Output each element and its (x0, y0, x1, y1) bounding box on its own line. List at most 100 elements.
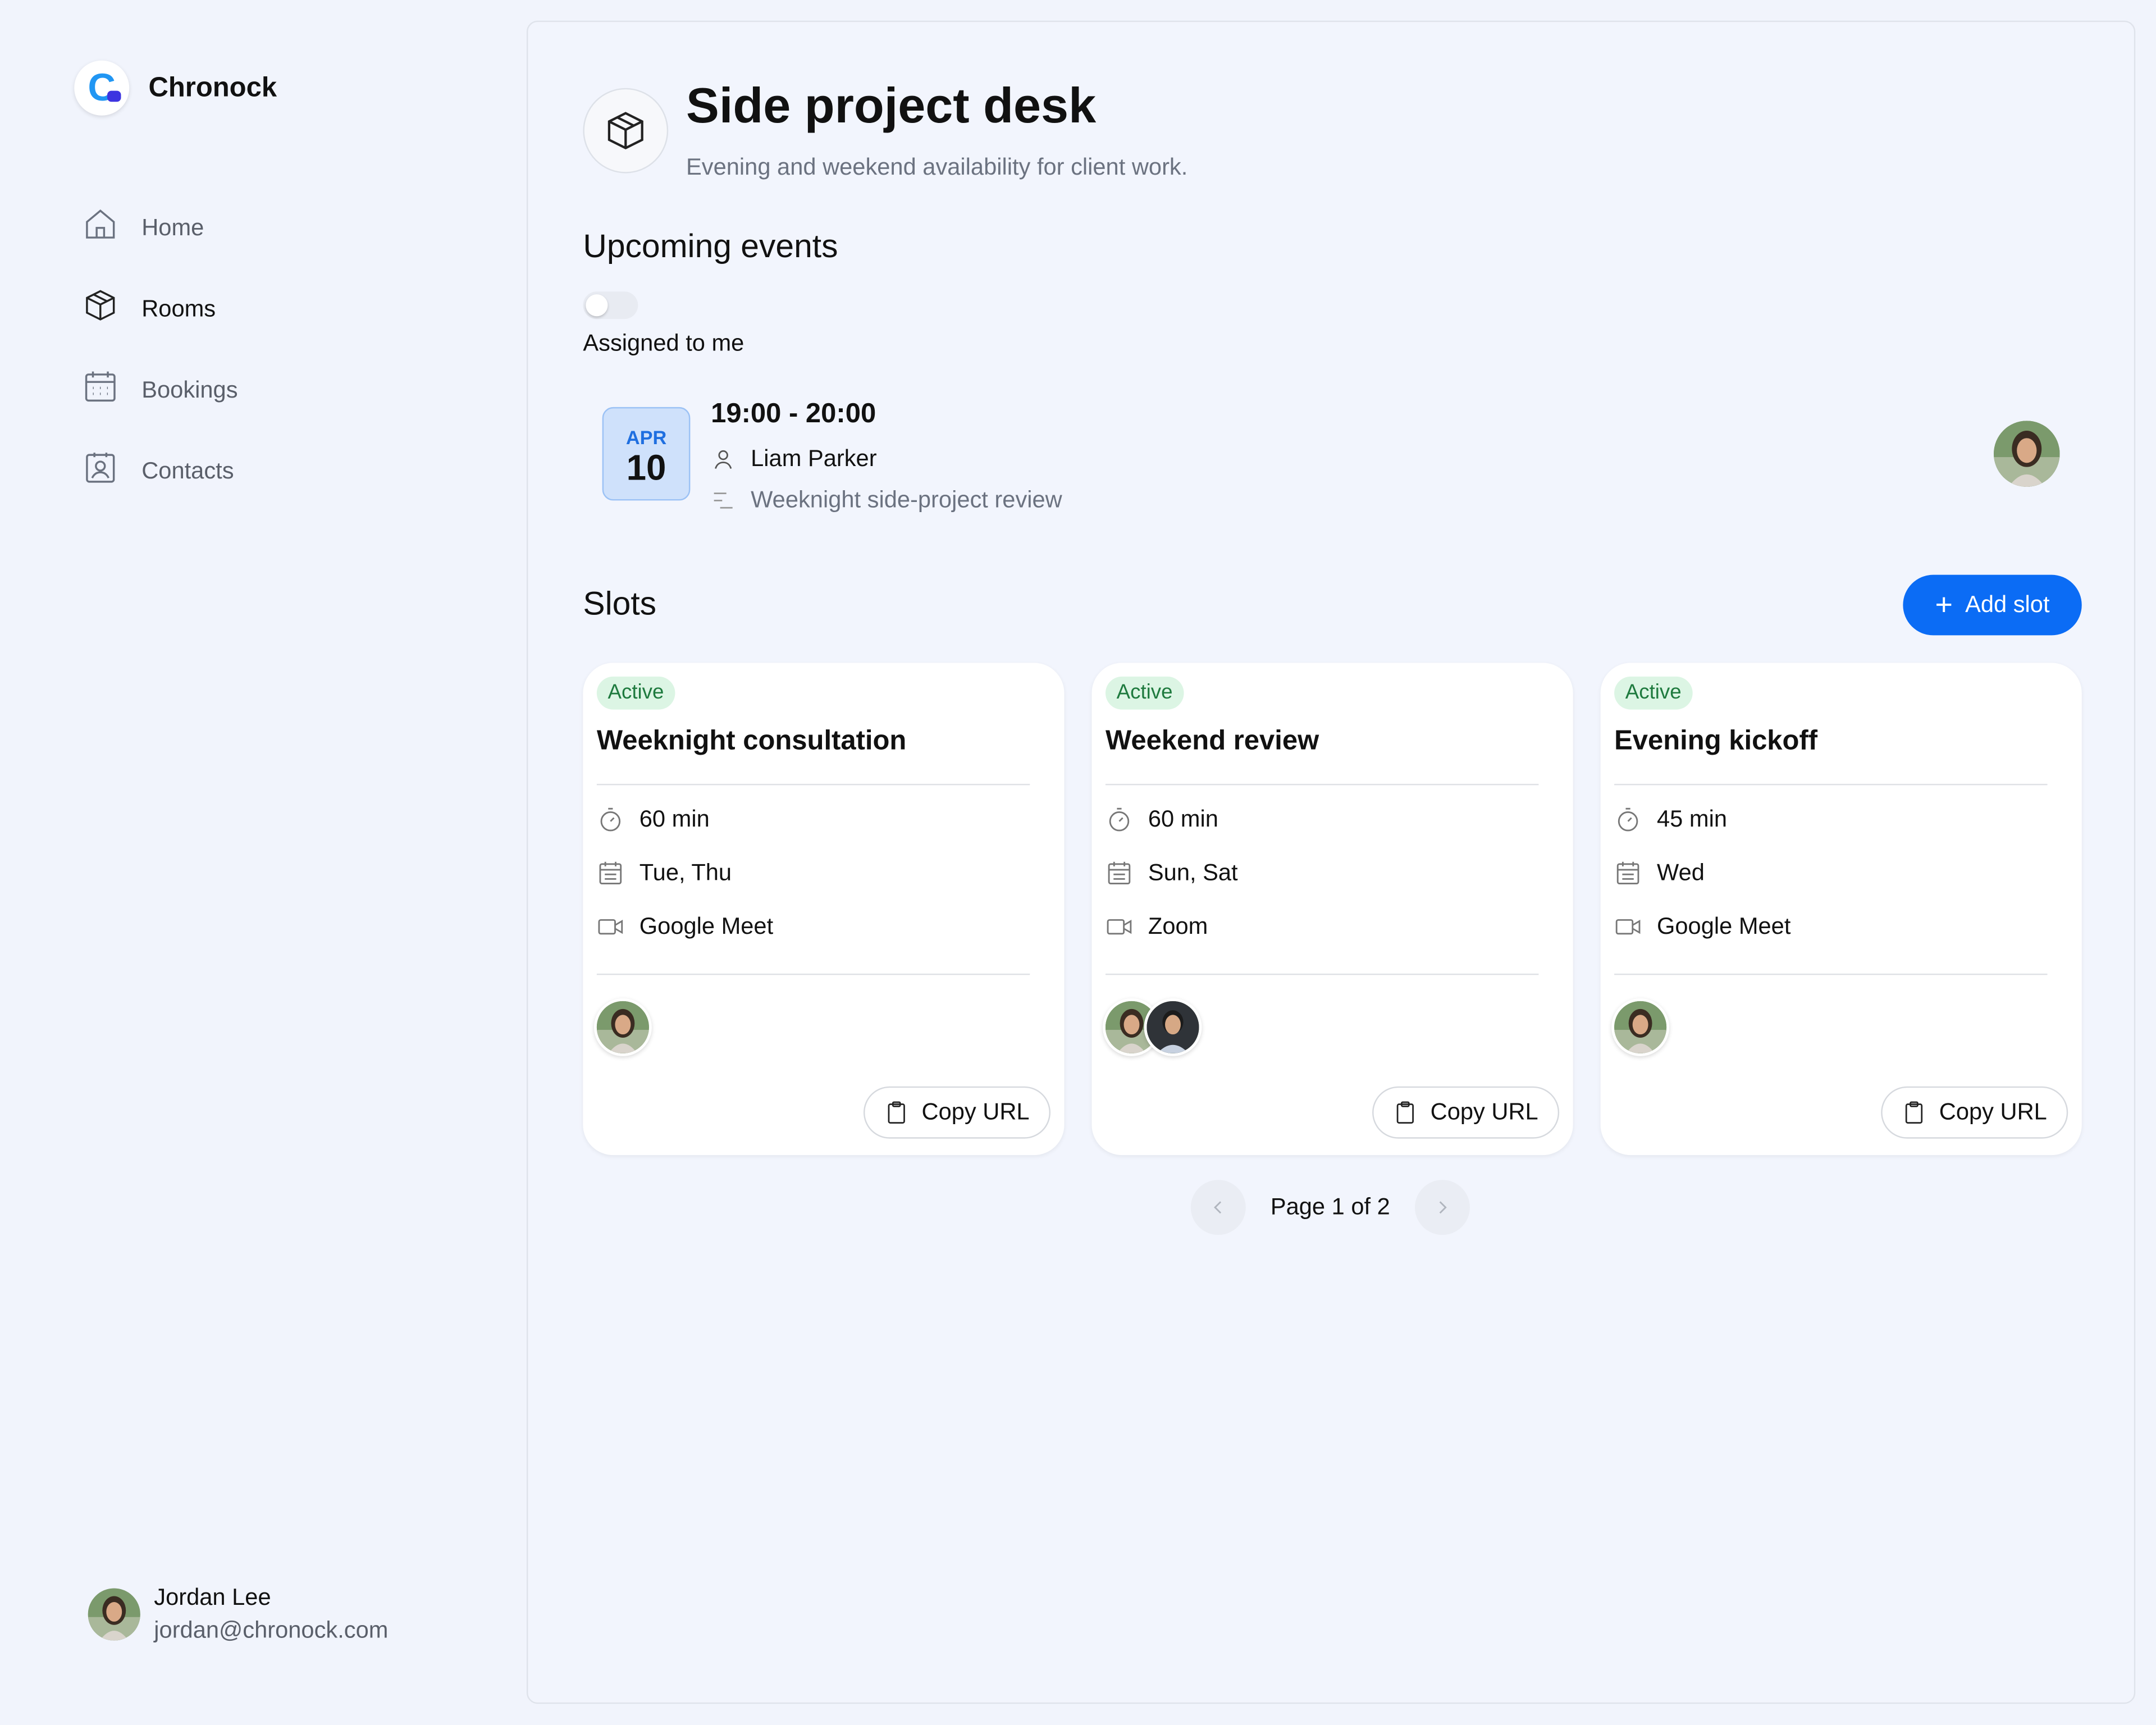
slot-days-row: Wed (1614, 860, 1705, 887)
slot-location-row: Zoom (1106, 913, 1208, 941)
slot-participants (593, 998, 652, 1056)
timer-icon (1618, 807, 1638, 832)
status-badge: Active (596, 676, 675, 710)
user-profile[interactable]: Jordan Lee jordan@chronock.com (88, 1581, 388, 1648)
event-item[interactable]: APR 10 19:00 - 20:00 Liam Parker Weeknig… (583, 396, 2081, 533)
next-page-button[interactable] (1414, 1180, 1470, 1235)
add-slot-button[interactable]: + Add slot (1903, 574, 2082, 636)
slot-participants (1611, 998, 1670, 1056)
slot-days-row: Sun, Sat (1106, 860, 1238, 887)
sidebar-item-label: Rooms (141, 295, 216, 321)
assigned-to-me-toggle[interactable] (583, 291, 638, 320)
sidebar-nav: Home Rooms Bookings Contacts (83, 187, 238, 512)
slot-days-row: Tue, Thu (597, 860, 732, 887)
slot-card[interactable]: Active Weekend review 60 min Sun, Sat Zo… (1091, 663, 1573, 1156)
toggle-label: Assigned to me (583, 330, 744, 357)
slot-cards: Active Weeknight consultation 60 min Tue… (583, 663, 2082, 1156)
sidebar-item-bookings[interactable]: Bookings (83, 349, 238, 430)
sidebar-item-label: Contacts (141, 457, 234, 483)
slot-location: Google Meet (1657, 913, 1791, 939)
page-subtitle: Evening and weekend availability for cli… (686, 154, 1188, 180)
user-name: Jordan Lee (154, 1584, 271, 1610)
event-person: Liam Parker (751, 445, 877, 472)
slot-title: Weeknight consultation (596, 726, 907, 756)
copy-url-button[interactable]: Copy URL (863, 1086, 1051, 1139)
slot-duration-row: 60 min (597, 806, 710, 833)
copy-url-label: Copy URL (1939, 1098, 2047, 1125)
cube-icon (607, 112, 643, 150)
slot-location: Zoom (1148, 913, 1208, 939)
event-time: 19:00 - 20:00 (711, 399, 876, 430)
copy-url-label: Copy URL (1430, 1098, 1538, 1125)
slot-days: Tue, Thu (639, 859, 732, 886)
text-lines-icon (714, 492, 733, 509)
chevron-right-icon (1439, 1201, 1447, 1214)
divider (1614, 973, 2048, 975)
page-title: Side project desk (686, 77, 1097, 134)
calendar-icon (599, 861, 622, 884)
previous-page-button[interactable] (1190, 1180, 1246, 1235)
clipboard-icon (1906, 1101, 1923, 1124)
event-description-row: Weeknight side-project review (711, 487, 1062, 514)
main-panel: Side project desk Evening and weekend av… (526, 20, 2136, 1704)
event-month: APR (625, 426, 667, 449)
pagination: Page 1 of 2 (1190, 1180, 1470, 1235)
event-description: Weeknight side-project review (751, 486, 1062, 513)
avatar (88, 1588, 140, 1641)
slot-participants (1103, 998, 1202, 1056)
slots-title: Slots (583, 586, 657, 623)
clipboard-icon (1397, 1101, 1414, 1124)
status-badge: Active (1105, 676, 1184, 710)
sidebar: C Chronock Home Rooms Bookings Contacts … (0, 0, 527, 1724)
slot-card[interactable]: Active Evening kickoff 45 min Wed Google… (1600, 663, 2082, 1156)
toggle-knob (586, 294, 608, 317)
divider (1105, 973, 1539, 975)
slot-card[interactable]: Active Weeknight consultation 60 min Tue… (583, 663, 1065, 1156)
sidebar-item-rooms[interactable]: Rooms (83, 268, 238, 349)
sidebar-item-home[interactable]: Home (83, 187, 238, 268)
calendar-icon (1616, 861, 1639, 884)
contact-icon (83, 450, 118, 492)
status-badge: Active (1614, 676, 1693, 710)
user-email: jordan@chronock.com (154, 1617, 389, 1644)
clipboard-icon (888, 1101, 906, 1124)
divider (596, 973, 1030, 975)
divider (1105, 783, 1539, 786)
slot-duration: 60 min (639, 806, 710, 832)
slot-location-row: Google Meet (597, 913, 773, 941)
app-logo: C (74, 60, 130, 116)
user-info: Jordan Lee jordan@chronock.com (154, 1581, 388, 1648)
calendar-icon (1108, 861, 1131, 884)
sidebar-item-label: Home (141, 213, 204, 240)
avatar (1994, 421, 2060, 487)
slot-title: Weekend review (1105, 726, 1319, 756)
slot-duration: 45 min (1657, 806, 1727, 832)
app-name: Chronock (148, 72, 277, 103)
copy-url-label: Copy URL (921, 1098, 1030, 1125)
chevron-left-icon (1214, 1201, 1222, 1214)
slot-days: Sun, Sat (1148, 859, 1238, 886)
upcoming-events-title: Upcoming events (583, 228, 838, 266)
event-date-badge: APR 10 (602, 407, 691, 501)
slot-location-row: Google Meet (1614, 913, 1790, 941)
divider (1614, 783, 2048, 786)
slot-duration: 60 min (1148, 806, 1218, 832)
slot-duration-row: 60 min (1106, 806, 1218, 833)
copy-url-button[interactable]: Copy URL (1372, 1086, 1560, 1139)
slot-title: Evening kickoff (1614, 726, 1818, 756)
sidebar-item-label: Bookings (141, 376, 238, 403)
copy-url-button[interactable]: Copy URL (1881, 1086, 2068, 1139)
brand[interactable]: C Chronock (74, 60, 277, 116)
timer-icon (1109, 807, 1130, 832)
video-icon (1615, 919, 1641, 935)
slot-duration-row: 45 min (1614, 806, 1727, 833)
person-icon (715, 450, 732, 469)
event-person-row: Liam Parker (711, 445, 877, 473)
divider (596, 783, 1030, 786)
add-slot-label: Add slot (1965, 591, 2050, 618)
room-icon (583, 88, 669, 174)
video-icon (1107, 919, 1132, 935)
sidebar-item-contacts[interactable]: Contacts (83, 431, 238, 512)
calendar-icon (83, 368, 118, 411)
timer-icon (600, 807, 621, 832)
